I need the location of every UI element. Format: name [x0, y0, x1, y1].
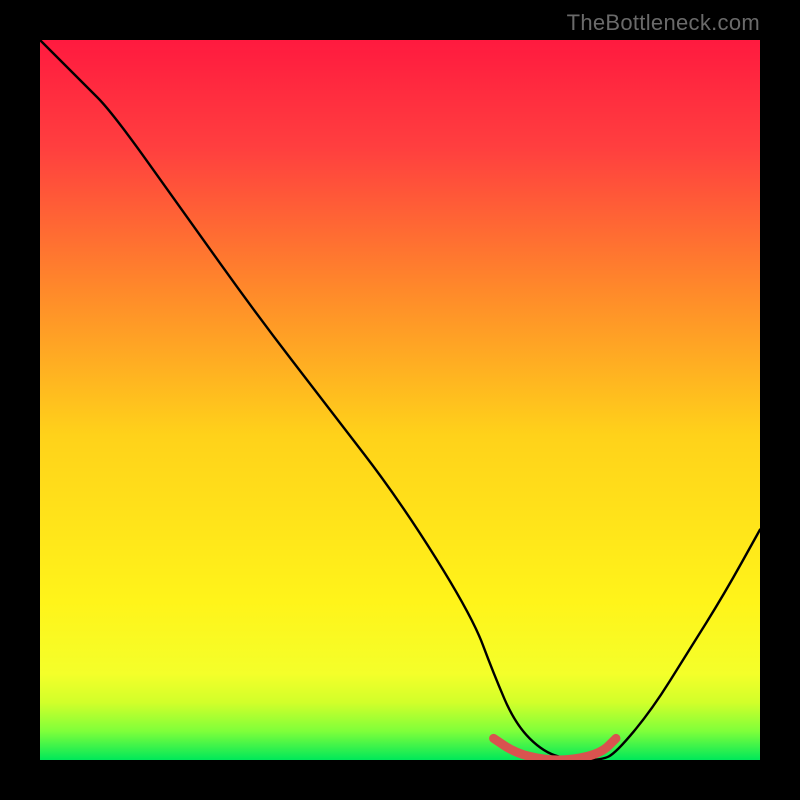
bottleneck-curve: [40, 40, 760, 760]
chart-container: TheBottleneck.com: [0, 0, 800, 800]
optimal-range-marker: [494, 738, 616, 760]
plot-area: [40, 40, 760, 760]
curve-layer: [40, 40, 760, 760]
watermark-text: TheBottleneck.com: [567, 10, 760, 36]
